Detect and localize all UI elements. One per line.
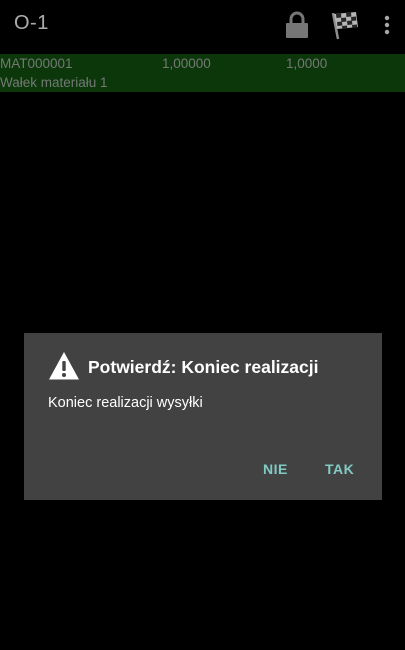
dialog-title: Potwierdź: Koniec realizacji — [88, 357, 319, 377]
yes-button[interactable]: TAK — [315, 451, 364, 487]
no-button[interactable]: NIE — [253, 451, 298, 487]
dialog-scrim[interactable] — [0, 0, 405, 650]
warning-icon — [49, 352, 79, 380]
screen: O-1 MAT000001 1,00000 1,0000 Wałek mater… — [0, 0, 405, 650]
dialog-message: Koniec realizacji wysyłki — [48, 395, 203, 411]
confirm-dialog: Potwierdź: Koniec realizacji Koniec real… — [24, 333, 382, 500]
